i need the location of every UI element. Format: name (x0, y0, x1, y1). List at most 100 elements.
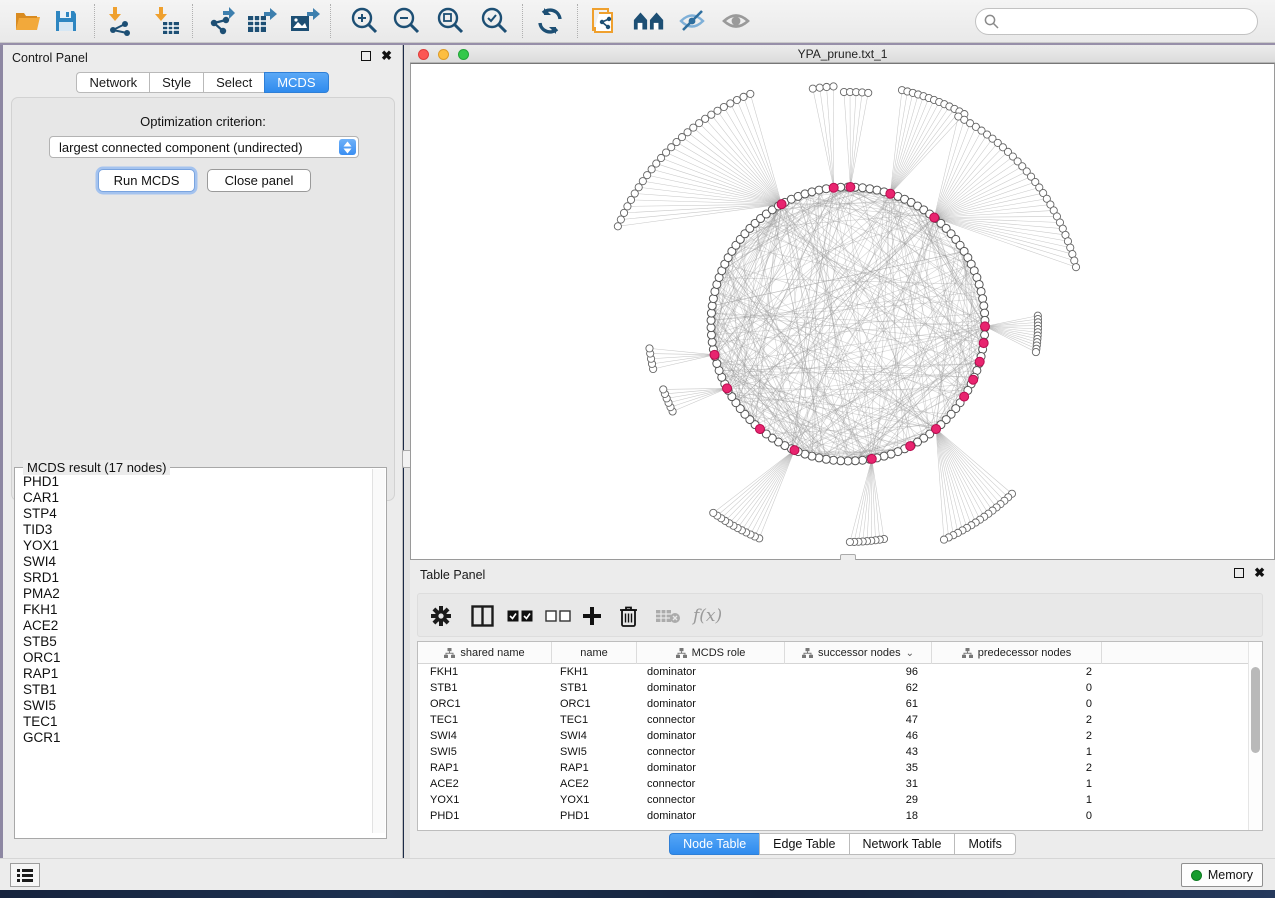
task-history-button[interactable] (10, 863, 40, 887)
select-all-icon[interactable] (507, 602, 533, 630)
show-selected-icon[interactable] (719, 5, 753, 37)
list-item[interactable]: SRD1 (16, 570, 368, 586)
table-row[interactable]: SWI4SWI4dominator462 (418, 728, 1248, 744)
show-all-networks-icon[interactable] (632, 5, 666, 37)
memory-label: Memory (1208, 868, 1253, 882)
table-row[interactable]: TEC1TEC1connector472 (418, 712, 1248, 728)
list-item[interactable]: GCR1 (16, 730, 368, 746)
list-item[interactable]: STB1 (16, 682, 368, 698)
add-column-icon[interactable] (582, 602, 602, 630)
list-item[interactable]: RAP1 (16, 666, 368, 682)
export-network-icon[interactable] (205, 5, 239, 37)
save-icon[interactable] (49, 5, 83, 37)
search-input[interactable] (975, 8, 1258, 35)
optimization-criterion-label: Optimization criterion: (12, 114, 394, 129)
column-header-predecessor-nodes[interactable]: predecessor nodes (932, 642, 1102, 664)
export-table-icon[interactable] (245, 5, 279, 37)
list-item[interactable]: FKH1 (16, 602, 368, 618)
list-item[interactable]: YOX1 (16, 538, 368, 554)
open-file-icon[interactable] (11, 5, 45, 37)
table-row[interactable]: RAP1RAP1dominator352 (418, 760, 1248, 776)
table-cell: dominator (637, 728, 785, 744)
run-mcds-button[interactable]: Run MCDS (98, 169, 195, 192)
memory-button[interactable]: Memory (1181, 863, 1263, 887)
import-network-icon[interactable] (103, 5, 137, 37)
export-image-icon[interactable] (288, 5, 322, 37)
table-row[interactable]: ACE2ACE2connector311 (418, 776, 1248, 792)
close-panel-icon[interactable]: ✖ (1254, 568, 1265, 578)
table-cell: ACE2 (552, 776, 637, 792)
delete-icon[interactable] (619, 602, 638, 630)
tab-motifs[interactable]: Motifs (954, 833, 1015, 855)
tab-network-table[interactable]: Network Table (849, 833, 955, 855)
table-row[interactable]: FKH1FKH1dominator962 (418, 664, 1248, 680)
list-item[interactable]: CAR1 (16, 490, 368, 506)
deselect-all-icon[interactable] (545, 602, 571, 630)
tab-style[interactable]: Style (149, 72, 203, 93)
tab-node-table[interactable]: Node Table (669, 833, 759, 855)
list-item[interactable]: STP4 (16, 506, 368, 522)
list-item[interactable]: PHD1 (16, 474, 368, 490)
table-row[interactable]: STB1STB1dominator620 (418, 680, 1248, 696)
table-cell: SWI5 (552, 744, 637, 760)
table-row[interactable]: ORC1ORC1dominator610 (418, 696, 1248, 712)
table-cell: STB1 (552, 680, 637, 696)
zoom-in-icon[interactable] (347, 5, 381, 37)
list-item[interactable]: SWI5 (16, 698, 368, 714)
tab-select[interactable]: Select (203, 72, 264, 93)
duplicate-network-icon[interactable] (588, 5, 622, 37)
table-row[interactable]: YOX1YOX1connector291 (418, 792, 1248, 808)
tab-edge-table[interactable]: Edge Table (759, 833, 848, 855)
zoom-selected-icon[interactable] (477, 5, 511, 37)
close-panel-button[interactable]: Close panel (207, 169, 311, 192)
close-panel-icon[interactable]: ✖ (381, 51, 392, 61)
table-row[interactable]: PHD1PHD1dominator180 (418, 808, 1248, 824)
attribute-type-icon (802, 648, 813, 658)
network-titlebar[interactable]: YPA_prune.txt_1 (410, 45, 1275, 63)
attribute-type-icon (676, 648, 687, 658)
refresh-icon[interactable] (533, 5, 567, 37)
select-value: largest connected component (undirected) (59, 140, 303, 155)
table-panel: Table Panel ✖ f(x) (410, 560, 1275, 858)
column-header-mcds-role[interactable]: MCDS role (637, 642, 785, 664)
table-row[interactable]: SWI5SWI5connector431 (418, 744, 1248, 760)
table-cell: 2 (932, 728, 1102, 744)
wallpaper-strip-bottom (0, 890, 1275, 898)
list-item[interactable]: TID3 (16, 522, 368, 538)
table-panel-tabs: Node Table Edge Table Network Table Moti… (410, 833, 1275, 855)
scrollbar-thumb[interactable] (1251, 667, 1260, 753)
list-item[interactable]: SWI4 (16, 554, 368, 570)
columns-icon[interactable] (471, 602, 494, 630)
zoom-fit-icon[interactable] (433, 5, 467, 37)
mcds-scrollbar[interactable] (372, 469, 385, 833)
list-item[interactable]: STB5 (16, 634, 368, 650)
network-canvas[interactable] (410, 63, 1275, 560)
hide-selected-icon[interactable] (676, 5, 710, 37)
zoom-out-icon[interactable] (389, 5, 423, 37)
table-cell: RAP1 (552, 760, 637, 776)
table-cell: TEC1 (552, 712, 637, 728)
column-header-shared-name[interactable]: shared name (418, 642, 552, 664)
table-cell: ORC1 (552, 696, 637, 712)
import-table-icon[interactable] (149, 5, 183, 37)
table-cell: 62 (785, 680, 932, 696)
list-item[interactable]: ORC1 (16, 650, 368, 666)
list-item[interactable]: PMA2 (16, 586, 368, 602)
tab-mcds[interactable]: MCDS (264, 72, 328, 93)
optimization-criterion-select[interactable]: largest connected component (undirected) (49, 136, 359, 158)
column-header-successor-nodes[interactable]: successor nodes ⌄ (785, 642, 932, 664)
gear-icon[interactable] (430, 602, 452, 630)
status-bar: Memory (0, 858, 1275, 890)
table-cell: dominator (637, 760, 785, 776)
tab-network[interactable]: Network (76, 72, 149, 93)
table-cell: PHD1 (418, 808, 552, 824)
float-panel-icon[interactable] (1234, 568, 1244, 578)
table-scrollbar[interactable] (1248, 642, 1262, 830)
list-item[interactable]: TEC1 (16, 714, 368, 730)
list-item[interactable]: ACE2 (16, 618, 368, 634)
column-header-name[interactable]: name (552, 642, 637, 664)
mcds-result-list: PHD1CAR1STP4TID3YOX1SWI4SRD1PMA2FKH1ACE2… (16, 474, 368, 746)
float-panel-icon[interactable] (361, 51, 371, 61)
attribute-type-icon (962, 648, 973, 658)
table-panel-title: Table Panel (420, 568, 485, 582)
